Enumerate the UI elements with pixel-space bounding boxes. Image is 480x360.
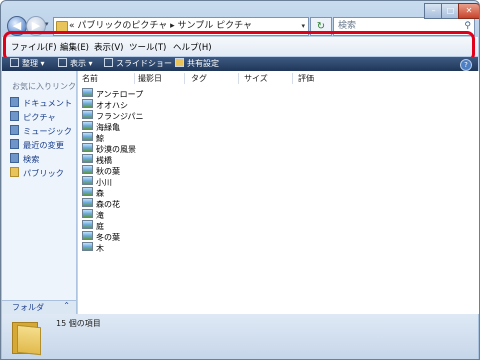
nav-documents[interactable]: ドキュメント [10, 97, 72, 109]
column-size[interactable]: サイズ [244, 73, 268, 84]
recent-icon [10, 139, 19, 149]
column-tags[interactable]: タグ [191, 73, 207, 84]
column-divider[interactable] [184, 73, 185, 84]
file-item[interactable]: 木 [82, 242, 104, 254]
public-folder-icon [10, 167, 19, 177]
nav-pictures-label: ピクチャ [23, 112, 56, 122]
column-date-taken[interactable]: 撮影日 [138, 73, 162, 84]
file-name: 滝 [96, 211, 104, 220]
organize-label: 整理 ▾ [22, 59, 45, 68]
column-divider[interactable] [134, 73, 135, 84]
column-divider[interactable] [292, 73, 293, 84]
file-name: 冬の葉 [96, 233, 120, 242]
image-file-icon [82, 209, 93, 218]
file-name: 海緑亀 [96, 123, 120, 132]
share-icon [175, 58, 184, 67]
pictures-icon [10, 111, 19, 121]
image-file-icon [82, 220, 93, 229]
close-button[interactable]: ✕ [458, 3, 479, 19]
command-bar: 整理 ▾ 表示 ▾ スライドショー 共有設定 ? [2, 57, 478, 71]
file-name: 森 [96, 189, 104, 198]
nav-music[interactable]: ミュージック [10, 125, 72, 137]
image-file-icon [82, 176, 93, 185]
folders-label: フォルダ [12, 303, 44, 312]
slideshow-button[interactable]: スライドショー [104, 57, 172, 71]
share-label: 共有設定 [187, 59, 219, 68]
image-file-icon [82, 110, 93, 119]
column-rating[interactable]: 評価 [298, 73, 314, 84]
file-name: フランジパニ [96, 112, 144, 121]
file-name: 森の花 [96, 200, 120, 209]
file-name: 木 [96, 244, 104, 253]
folder-front [17, 324, 41, 356]
views-button[interactable]: 表示 ▾ [58, 57, 93, 71]
file-name: 砂漠の風景 [96, 145, 136, 154]
views-label: 表示 ▾ [70, 59, 93, 68]
image-file-icon [82, 154, 93, 163]
share-button[interactable]: 共有設定 [175, 57, 219, 71]
navigation-pane: お気に入りリンク ドキュメント ピクチャ ミュージック 最近の変更 検索 パブリ… [2, 71, 76, 301]
history-dropdown-icon[interactable]: ▾ [45, 20, 49, 28]
folder-icon [12, 318, 41, 356]
image-file-icon [82, 187, 93, 196]
file-name: 秋の葉 [96, 167, 120, 176]
views-icon [58, 58, 67, 67]
image-file-icon [82, 198, 93, 207]
slideshow-icon [104, 58, 113, 67]
organize-button[interactable]: 整理 ▾ [10, 57, 45, 71]
image-file-icon [82, 88, 93, 97]
nav-recent[interactable]: 最近の変更 [10, 139, 64, 151]
file-name: アンテロープ [96, 90, 144, 99]
nav-public[interactable]: パブリック [10, 167, 64, 179]
image-file-icon [82, 132, 93, 141]
column-name[interactable]: 名前 [82, 73, 98, 84]
file-name: 小川 [96, 178, 112, 187]
image-file-icon [82, 242, 93, 251]
nav-search[interactable]: 検索 [10, 153, 39, 165]
image-file-icon [82, 143, 93, 152]
organize-icon [10, 58, 19, 67]
music-icon [10, 125, 19, 135]
image-file-icon [82, 121, 93, 130]
details-pane: 15 個の項目 [2, 314, 478, 359]
explorer-window: ◀ ▶ ▾ « パブリックのピクチャ ▸ サンプル ピクチャ ▾ ↻ 検索 ⚲ … [0, 0, 480, 360]
nav-music-label: ミュージック [23, 126, 72, 136]
favorite-links-title: お気に入りリンク [12, 82, 76, 91]
image-file-icon [82, 165, 93, 174]
slideshow-label: スライドショー [116, 59, 172, 68]
nav-public-label: パブリック [23, 168, 64, 178]
column-divider[interactable] [238, 73, 239, 84]
nav-documents-label: ドキュメント [23, 98, 73, 108]
image-file-icon [82, 231, 93, 240]
folders-toggle[interactable]: フォルダ ⌃ [2, 300, 76, 315]
file-name: 桟橋 [96, 156, 112, 165]
chevron-up-icon[interactable]: ⌃ [63, 301, 70, 310]
file-name: オオハシ [96, 101, 128, 110]
nav-recent-label: 最近の変更 [23, 140, 64, 150]
image-file-icon [82, 99, 93, 108]
help-icon[interactable]: ? [460, 59, 472, 71]
file-name: 庭 [96, 222, 104, 231]
documents-icon [10, 97, 19, 107]
file-name: 鯨 [96, 134, 104, 143]
nav-search-label: 検索 [23, 154, 40, 164]
item-count: 15 個の項目 [56, 319, 101, 328]
nav-pictures[interactable]: ピクチャ [10, 111, 56, 123]
search-folder-icon [10, 153, 19, 163]
file-list: 名前 撮影日 タグ サイズ 評価 アンテロープ オオハシ フランジパニ 海緑亀 … [77, 71, 479, 314]
